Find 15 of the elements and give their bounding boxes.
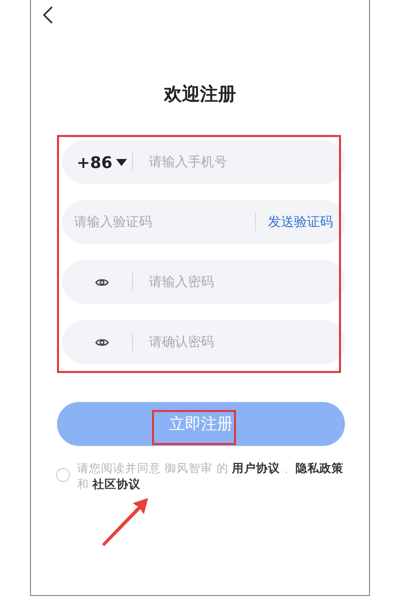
agreement-link[interactable]: 社区协议 <box>92 477 141 491</box>
input-field[interactable]: 请输入验证码 <box>74 214 243 230</box>
page-title: 欢迎注册 <box>162 83 237 106</box>
back-icon[interactable] <box>42 6 54 24</box>
agreement-link[interactable]: 隐私政策 <box>296 461 344 475</box>
eye-icon[interactable] <box>95 338 109 346</box>
caret-icon <box>116 158 128 166</box>
send-code-button[interactable]: 发送验证码 <box>268 213 333 231</box>
agreement-text: 请您阅读并同意 御风智审 的 用户协议 、隐私政策 和 社区协议 <box>77 460 345 492</box>
country-code-picker[interactable]: +86 <box>72 152 132 172</box>
input-field[interactable]: 请输入手机号 <box>149 154 333 170</box>
agreement-checkbox[interactable] <box>56 468 70 482</box>
annotation-arrow <box>100 498 150 546</box>
agreement-link[interactable]: 用户协议 <box>232 461 280 475</box>
eye-icon[interactable] <box>95 278 109 286</box>
